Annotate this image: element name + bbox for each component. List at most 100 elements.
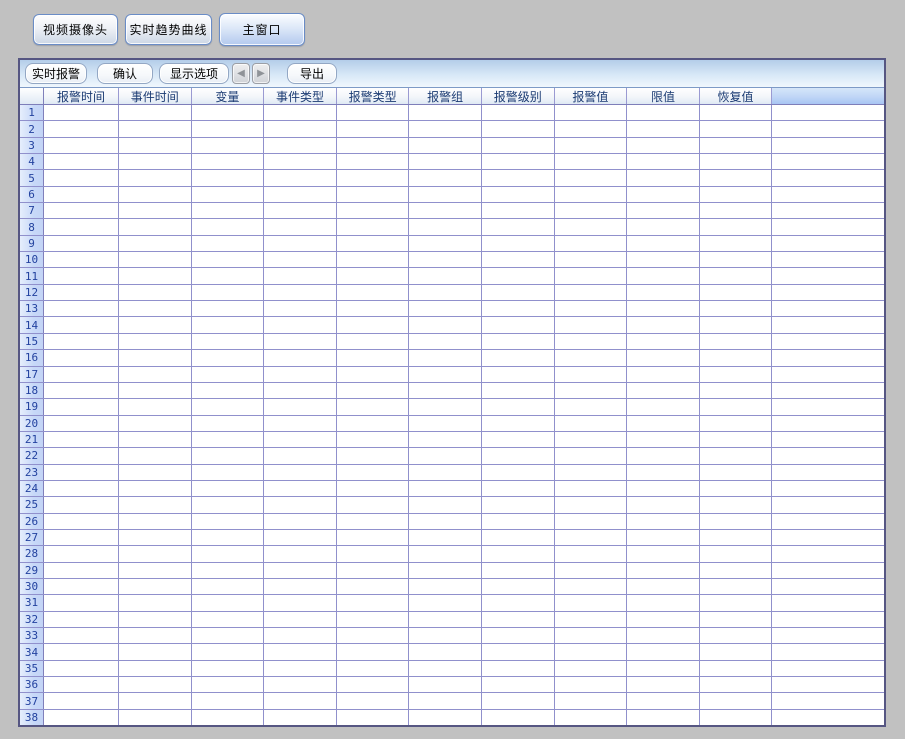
table-cell[interactable] <box>192 138 265 153</box>
table-cell[interactable] <box>700 481 773 496</box>
table-cell[interactable] <box>264 138 337 153</box>
table-cell[interactable] <box>192 105 265 120</box>
table-row[interactable]: 34 <box>20 644 884 660</box>
table-cell[interactable] <box>627 530 700 545</box>
table-cell[interactable] <box>44 579 119 594</box>
table-cell[interactable] <box>409 285 482 300</box>
table-cell[interactable] <box>337 465 410 480</box>
table-row[interactable]: 10 <box>20 252 884 268</box>
table-cell[interactable] <box>482 301 555 316</box>
table-cell[interactable] <box>337 497 410 512</box>
table-cell[interactable] <box>627 367 700 382</box>
table-cell[interactable] <box>44 465 119 480</box>
table-cell[interactable] <box>192 661 265 676</box>
table-cell[interactable] <box>700 121 773 136</box>
table-cell[interactable] <box>700 399 773 414</box>
table-row[interactable]: 31 <box>20 595 884 611</box>
table-cell[interactable] <box>337 121 410 136</box>
table-cell[interactable] <box>482 448 555 463</box>
table-cell[interactable] <box>192 252 265 267</box>
table-cell[interactable] <box>264 219 337 234</box>
table-cell[interactable] <box>337 187 410 202</box>
table-cell[interactable] <box>700 350 773 365</box>
table-cell[interactable] <box>264 170 337 185</box>
table-cell[interactable] <box>555 203 628 218</box>
table-cell[interactable] <box>119 628 192 643</box>
table-cell[interactable] <box>264 661 337 676</box>
table-cell[interactable] <box>555 448 628 463</box>
table-cell[interactable] <box>555 301 628 316</box>
table-cell[interactable] <box>337 367 410 382</box>
table-cell[interactable] <box>555 285 628 300</box>
table-cell[interactable] <box>555 710 628 725</box>
next-page-button[interactable]: ▶ <box>252 63 270 84</box>
table-cell[interactable] <box>119 399 192 414</box>
table-cell[interactable] <box>409 661 482 676</box>
table-cell[interactable] <box>119 252 192 267</box>
table-cell[interactable] <box>700 530 773 545</box>
table-cell[interactable] <box>700 432 773 447</box>
table-cell[interactable] <box>337 661 410 676</box>
table-cell[interactable] <box>119 693 192 708</box>
table-cell[interactable] <box>192 154 265 169</box>
table-cell[interactable] <box>482 105 555 120</box>
table-cell[interactable] <box>700 628 773 643</box>
table-cell[interactable] <box>627 497 700 512</box>
table-cell[interactable] <box>192 710 265 725</box>
table-cell[interactable] <box>337 203 410 218</box>
table-cell[interactable] <box>409 530 482 545</box>
table-cell[interactable] <box>409 367 482 382</box>
table-cell[interactable] <box>264 236 337 251</box>
table-cell[interactable] <box>555 612 628 627</box>
table-cell[interactable] <box>409 187 482 202</box>
table-cell[interactable] <box>409 252 482 267</box>
table-cell[interactable] <box>627 334 700 349</box>
table-cell[interactable] <box>409 154 482 169</box>
table-cell[interactable] <box>555 644 628 659</box>
table-row[interactable]: 25 <box>20 497 884 513</box>
table-cell[interactable] <box>409 203 482 218</box>
table-cell[interactable] <box>337 677 410 692</box>
table-cell[interactable] <box>337 628 410 643</box>
table-cell[interactable] <box>700 236 773 251</box>
table-cell[interactable] <box>44 677 119 692</box>
table-cell[interactable] <box>627 514 700 529</box>
table-cell[interactable] <box>627 465 700 480</box>
table-cell[interactable] <box>44 644 119 659</box>
table-cell[interactable] <box>337 612 410 627</box>
table-cell[interactable] <box>192 432 265 447</box>
table-row[interactable]: 15 <box>20 334 884 350</box>
table-cell[interactable] <box>44 661 119 676</box>
table-cell[interactable] <box>337 595 410 610</box>
table-cell[interactable] <box>44 563 119 578</box>
table-cell[interactable] <box>482 530 555 545</box>
table-cell[interactable] <box>555 481 628 496</box>
table-row[interactable]: 11 <box>20 268 884 284</box>
table-cell[interactable] <box>627 268 700 283</box>
table-cell[interactable] <box>192 465 265 480</box>
table-cell[interactable] <box>264 252 337 267</box>
table-cell[interactable] <box>409 105 482 120</box>
table-cell[interactable] <box>627 138 700 153</box>
table-cell[interactable] <box>119 187 192 202</box>
table-cell[interactable] <box>192 170 265 185</box>
table-cell[interactable] <box>482 628 555 643</box>
table-cell[interactable] <box>627 595 700 610</box>
table-row[interactable]: 14 <box>20 317 884 333</box>
table-cell[interactable] <box>119 546 192 561</box>
realtime-trend-curve-button[interactable]: 实时趋势曲线 <box>125 14 212 45</box>
table-cell[interactable] <box>192 563 265 578</box>
table-cell[interactable] <box>409 448 482 463</box>
table-row[interactable]: 22 <box>20 448 884 464</box>
table-cell[interactable] <box>627 219 700 234</box>
table-cell[interactable] <box>44 121 119 136</box>
table-cell[interactable] <box>119 236 192 251</box>
table-cell[interactable] <box>264 563 337 578</box>
table-cell[interactable] <box>700 677 773 692</box>
table-cell[interactable] <box>482 612 555 627</box>
table-cell[interactable] <box>264 350 337 365</box>
table-cell[interactable] <box>192 236 265 251</box>
table-row[interactable]: 33 <box>20 628 884 644</box>
main-window-button[interactable]: 主窗口 <box>219 13 305 46</box>
table-cell[interactable] <box>264 367 337 382</box>
